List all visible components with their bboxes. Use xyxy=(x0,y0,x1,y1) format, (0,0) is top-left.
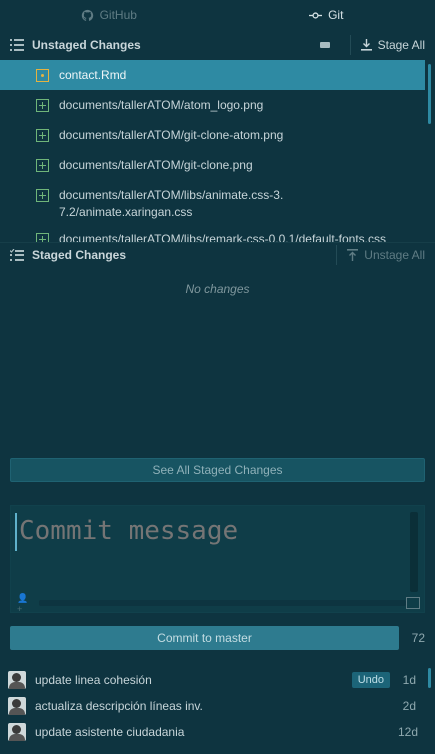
download-icon xyxy=(360,39,372,51)
file-added-icon xyxy=(36,99,49,112)
unstaged-changes-title: Unstaged Changes xyxy=(32,38,141,52)
tab-github-label: GitHub xyxy=(99,8,137,22)
commit-message: update linea cohesión xyxy=(35,673,152,687)
staged-changes-title: Staged Changes xyxy=(32,248,127,262)
collapse-icon[interactable] xyxy=(319,42,330,48)
tab-github[interactable]: GitHub xyxy=(0,0,218,30)
file-added-icon xyxy=(36,129,49,142)
recent-commits-list: update linea cohesión Undo 1d actualiza … xyxy=(0,667,426,745)
commit-message-scrollbar[interactable] xyxy=(410,512,418,592)
file-name: documents/tallerATOM/libs/animate.css-3.… xyxy=(59,188,284,219)
commit-message: update asistente ciudadania xyxy=(35,725,185,739)
file-added-icon xyxy=(36,159,49,172)
commits-scrollbar[interactable] xyxy=(428,668,431,688)
list-item[interactable]: documents/tallerATOM/git-clone.png xyxy=(0,150,425,180)
list-item[interactable]: update linea cohesión Undo 1d xyxy=(0,667,426,693)
avatar xyxy=(8,697,26,715)
footer-bar xyxy=(39,600,407,606)
commit-footer: 👤+ xyxy=(11,593,424,614)
git-commit-icon xyxy=(309,11,323,19)
file-modified-icon xyxy=(36,69,49,82)
unstaged-scrollbar[interactable] xyxy=(428,64,431,124)
commit-button[interactable]: Commit to master xyxy=(10,626,399,650)
file-name: documents/tallerATOM/git-clone-atom.png xyxy=(59,128,284,142)
avatar xyxy=(8,671,26,689)
list-unordered-icon xyxy=(10,39,24,51)
commit-message-box: 👤+ xyxy=(10,505,425,614)
undo-button[interactable]: Undo xyxy=(351,672,390,688)
expand-editor-icon[interactable] xyxy=(406,597,421,609)
no-changes-text: No changes xyxy=(185,282,250,296)
staged-changes-header: Staged Changes Unstage All xyxy=(0,241,435,269)
unstage-all-label: Unstage All xyxy=(364,248,425,262)
list-item[interactable]: contact.Rmd xyxy=(0,60,425,90)
github-icon xyxy=(81,9,93,21)
file-added-icon xyxy=(36,189,49,202)
list-item[interactable]: documents/tallerATOM/git-clone-atom.png xyxy=(0,120,425,150)
tasklist-icon xyxy=(10,249,24,261)
add-coauthor-icon[interactable]: 👤+ xyxy=(17,593,33,614)
tab-git-label: Git xyxy=(328,8,344,22)
commit-age: 2d xyxy=(402,699,416,713)
commit-age: 12d xyxy=(398,725,419,739)
list-item[interactable]: update asistente ciudadania 12d xyxy=(0,719,426,745)
list-item[interactable]: documents/tallerATOM/atom_logo.png xyxy=(0,90,425,120)
list-item[interactable]: documents/tallerATOM/libs/animate.css-3.… xyxy=(0,180,425,227)
avatar xyxy=(8,723,26,741)
see-all-staged-button[interactable]: See All Staged Changes xyxy=(10,458,425,482)
header-divider xyxy=(349,35,351,55)
commit-message-input[interactable] xyxy=(17,512,407,592)
upload-icon xyxy=(347,249,359,261)
file-name: documents/tallerATOM/atom_logo.png xyxy=(59,98,264,112)
stage-all-label: Stage All xyxy=(377,38,425,52)
commit-message: actualiza descripción líneas inv. xyxy=(35,699,203,713)
list-item[interactable]: actualiza descripción líneas inv. 2d xyxy=(0,693,426,719)
unstage-all-button[interactable]: Unstage All xyxy=(347,248,425,262)
commit-age: 1d xyxy=(402,673,416,687)
header-divider xyxy=(336,245,338,265)
remaining-characters: 72 xyxy=(411,631,425,645)
text-caret xyxy=(15,513,17,551)
unstaged-file-list: contact.Rmd documents/tallerATOM/atom_lo… xyxy=(0,60,425,242)
list-item[interactable]: documents/tallerATOM/libs/remark-css-0.0… xyxy=(0,227,425,242)
file-name: documents/tallerATOM/git-clone.png xyxy=(59,158,253,172)
stage-all-button[interactable]: Stage All xyxy=(360,38,425,52)
unstaged-changes-header: Unstaged Changes Stage All xyxy=(0,31,435,59)
tab-git[interactable]: Git xyxy=(218,0,435,30)
file-name: contact.Rmd xyxy=(59,68,127,82)
tab-bar: GitHub Git xyxy=(0,0,435,30)
